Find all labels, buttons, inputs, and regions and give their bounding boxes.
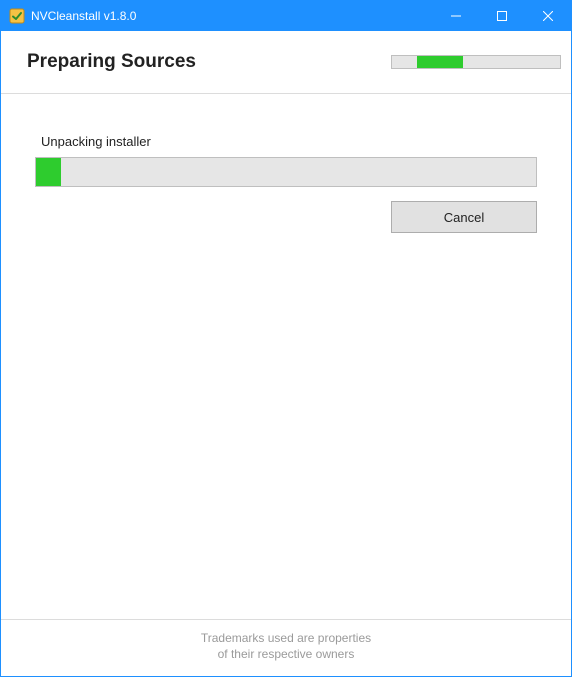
footer: Trademarks used are properties of their … <box>1 619 571 676</box>
cancel-row: Cancel <box>35 201 537 233</box>
footer-line2: of their respective owners <box>1 646 571 662</box>
status-label: Unpacking installer <box>41 134 537 149</box>
header: Preparing Sources <box>1 31 571 94</box>
maximize-button[interactable] <box>479 1 525 31</box>
window-title: NVCleanstall v1.8.0 <box>31 9 136 23</box>
app-window: NVCleanstall v1.8.0 Preparing Sources Un… <box>0 0 572 677</box>
minimize-button[interactable] <box>433 1 479 31</box>
main-progress-fill <box>36 158 61 186</box>
app-icon <box>9 8 25 24</box>
close-button[interactable] <box>525 1 571 31</box>
footer-line1: Trademarks used are properties <box>1 630 571 646</box>
header-progress-fill <box>417 56 462 68</box>
page-title: Preparing Sources <box>27 51 196 73</box>
titlebar: NVCleanstall v1.8.0 <box>1 1 571 31</box>
header-progress-bar <box>391 55 561 69</box>
cancel-button[interactable]: Cancel <box>391 201 537 233</box>
body: Unpacking installer Cancel <box>1 94 571 619</box>
main-progress-bar <box>35 157 537 187</box>
